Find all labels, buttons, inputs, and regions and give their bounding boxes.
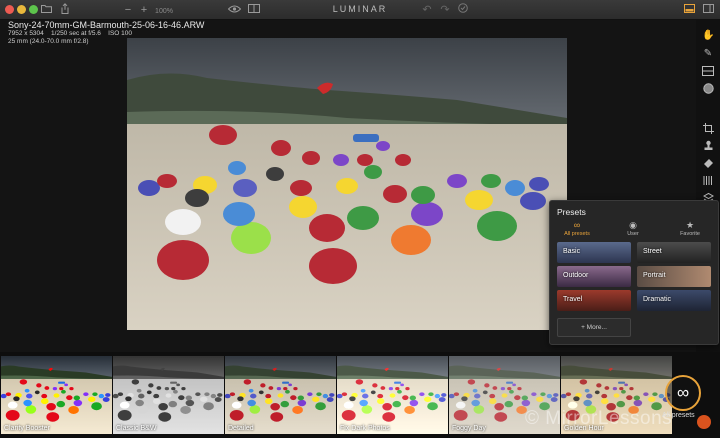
main-photo[interactable] — [127, 38, 567, 330]
preset-thumbnail[interactable]: Fix Dark Photos — [337, 356, 448, 434]
watermark-text: © MirrorLessons — [525, 408, 673, 429]
preset-category-basic[interactable]: Basic — [557, 242, 631, 263]
eye-icon[interactable] — [227, 3, 241, 17]
preset-label: Detailed — [228, 425, 254, 432]
presets-popover: Presets ∞ All presets ◉ User ★ Favorite … — [549, 200, 719, 345]
all-presets-button[interactable]: ∞ — [665, 375, 701, 411]
close-window-button[interactable] — [5, 5, 14, 14]
zoom-out-icon[interactable]: − — [123, 3, 133, 17]
share-icon[interactable] — [59, 3, 71, 17]
history-icon[interactable] — [457, 3, 469, 17]
zoom-window-button[interactable] — [29, 5, 38, 14]
more-presets-button[interactable]: + More... — [557, 318, 631, 337]
preset-label: Fix Dark Photos — [340, 425, 390, 432]
clone-stamp-icon[interactable] — [702, 140, 714, 152]
image-dimensions: 7952 x 5304 — [8, 30, 44, 38]
adjust-icon[interactable]: ✋ — [702, 30, 714, 42]
presets-title: Presets — [557, 207, 586, 217]
folder-icon[interactable] — [40, 3, 52, 17]
preset-category-street[interactable]: Street — [637, 242, 711, 263]
preset-label: Clarity Booster — [4, 425, 50, 432]
crop-icon[interactable] — [702, 123, 714, 135]
preset-category-outdoor[interactable]: Outdoor — [557, 266, 631, 287]
preset-label: Classic B&W — [116, 425, 157, 432]
minimize-window-button[interactable] — [17, 5, 26, 14]
panel-toggle-icon[interactable] — [702, 3, 714, 17]
preset-thumbnail[interactable]: Classic B&W — [113, 356, 224, 434]
file-name: Sony-24-70mm-GM-Barmouth-25-06-16-46.ARW — [8, 20, 205, 30]
undo-icon[interactable]: ↶ — [421, 3, 433, 17]
preset-label: Foggy Day — [452, 425, 486, 432]
star-icon: ★ — [685, 220, 695, 230]
gradient-icon[interactable] — [702, 66, 714, 78]
brush-icon[interactable]: ✎ — [702, 48, 714, 60]
infinity-icon: ∞ — [573, 220, 581, 230]
zoom-level: 100% — [155, 8, 173, 15]
tab-favorite[interactable]: ★ Favorite — [665, 220, 715, 237]
user-icon: ◉ — [629, 220, 637, 230]
histogram-icon[interactable] — [702, 175, 714, 187]
beach-ladybugs-image — [127, 38, 567, 330]
all-presets-label: All presets — [662, 412, 695, 419]
preset-thumbnail[interactable]: Detailed — [225, 356, 336, 434]
iso-info: ISO 100 — [108, 30, 132, 38]
radial-icon[interactable] — [702, 83, 714, 95]
app-title: LUMINAR — [332, 4, 388, 14]
exposure-info: 1/250 sec at f/5.6 — [51, 30, 101, 38]
preset-thumbnail[interactable]: Clarity Booster — [1, 356, 112, 434]
orange-badge — [697, 415, 711, 429]
preset-category-portrait[interactable]: Portrait — [637, 266, 711, 287]
redo-icon[interactable]: ↷ — [439, 3, 451, 17]
preset-category-travel[interactable]: Travel — [557, 290, 631, 311]
tab-all-presets[interactable]: ∞ All presets — [552, 220, 602, 237]
infinity-icon: ∞ — [676, 383, 690, 402]
title-bar: − + 100% LUMINAR ↶ ↷ — [0, 0, 720, 20]
compare-icon[interactable] — [247, 3, 261, 17]
tab-user[interactable]: ◉ User — [608, 220, 658, 237]
zoom-in-icon[interactable]: + — [139, 3, 149, 17]
eraser-icon[interactable] — [702, 157, 714, 169]
filmstrip-toggle-icon[interactable] — [683, 3, 695, 17]
presets-filmstrip: Clarity Booster Classic B&W Detailed Fix… — [0, 352, 720, 438]
preset-category-dramatic[interactable]: Dramatic — [637, 290, 711, 311]
